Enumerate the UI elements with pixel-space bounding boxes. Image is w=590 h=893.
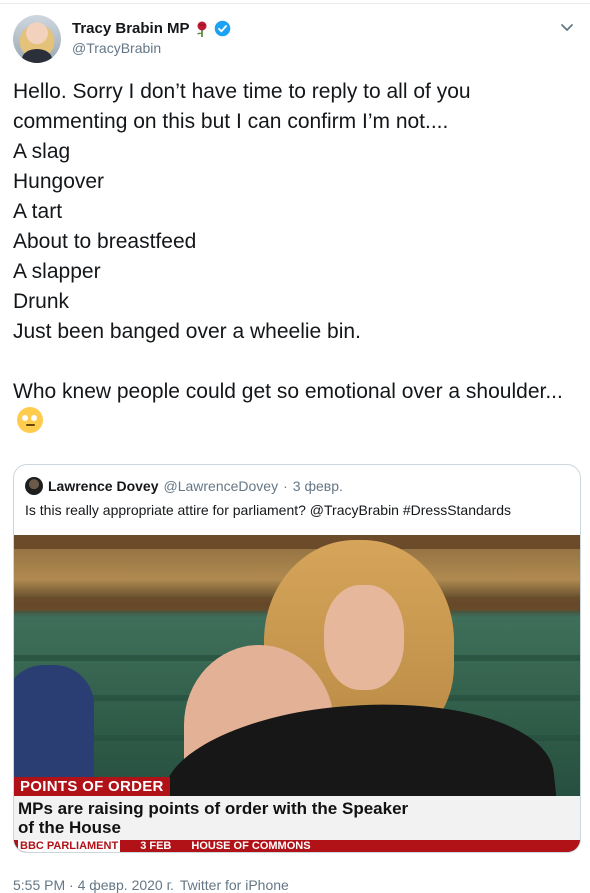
chyron-ticker: BBC PARLIAMENT 3 FEB HOUSE OF COMMONS [14,840,580,852]
chyron-caption: MPs are raising points of order with the… [14,796,580,840]
quoted-separator: · [283,478,288,494]
quoted-author-avatar [25,477,43,495]
ticker-channel: BBC PARLIAMENT [18,840,121,852]
top-divider [0,3,590,4]
ticker-date: 3 FEB [140,840,172,852]
rose-icon [196,21,207,37]
chevron-down-icon[interactable] [556,16,578,38]
author-avatar[interactable] [13,15,61,63]
chyron-label: POINTS OF ORDER [14,777,170,796]
quoted-author-handle: @LawrenceDovey [163,478,279,494]
face-with-rolling-eyes-icon [17,407,43,433]
chyron-line-1: MPs are raising points of order with the… [18,799,409,818]
speaker-face [324,585,404,690]
chyron-line-2: of the House [18,818,121,837]
tweet-timestamp[interactable]: 5:55 PM · 4 февр. 2020 г. [13,877,174,893]
verified-badge-icon [214,20,230,37]
bench-backrest [14,535,580,549]
tweet-text: Hello. Sorry I don’t have time to reply … [13,77,573,437]
tweet-meta: 5:55 PM · 4 февр. 2020 г. Twitter for iP… [13,877,289,893]
author-handle[interactable]: @TracyBrabin [72,40,161,56]
quoted-tweet-card[interactable]: Lawrence Dovey @LawrenceDovey · 3 февр. … [13,464,581,853]
quoted-media-image[interactable]: POINTS OF ORDER MPs are raising points o… [14,535,580,852]
author-name-row[interactable]: Tracy Brabin MP [72,20,231,37]
ticker-location: HOUSE OF COMMONS [191,840,311,852]
author-name[interactable]: Tracy Brabin MP [72,20,190,37]
quoted-date: 3 февр. [292,478,343,494]
tweet-body: Hello. Sorry I don’t have time to reply … [13,80,563,403]
quoted-author-name: Lawrence Dovey [48,478,159,494]
quoted-tweet-header: Lawrence Dovey @LawrenceDovey · 3 февр. [25,477,343,495]
tweet-source[interactable]: Twitter for iPhone [180,877,289,893]
quoted-tweet-text: Is this really appropriate attire for pa… [25,502,512,518]
